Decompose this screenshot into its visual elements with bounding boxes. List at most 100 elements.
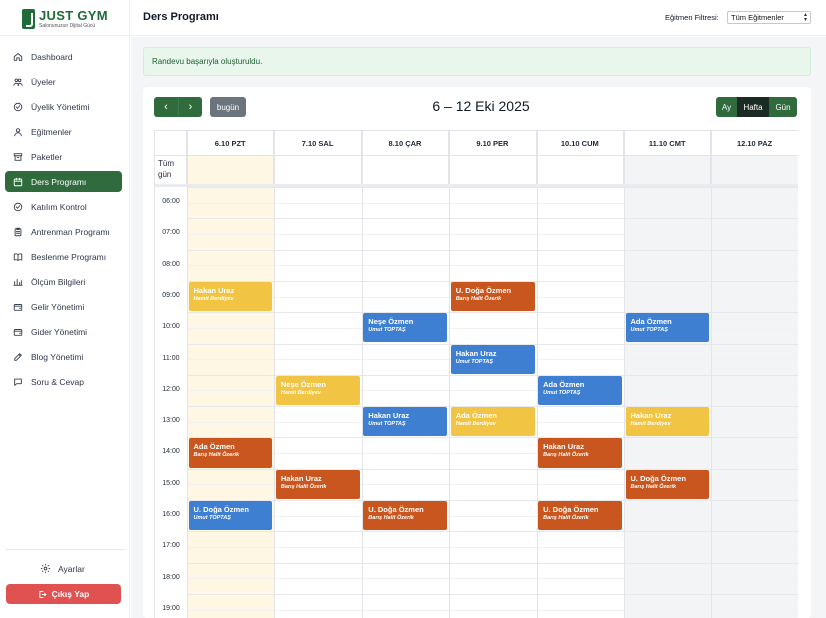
day-header[interactable]: 6.10 PZT <box>187 131 275 156</box>
event-trainer: Umut TOPTAŞ <box>368 421 406 428</box>
all-day-cell[interactable] <box>537 156 624 184</box>
view-week-button[interactable]: Hafta <box>737 97 769 117</box>
user-icon <box>13 127 23 137</box>
next-week-button[interactable]: › <box>178 97 202 117</box>
calendar-event[interactable]: U. Doğa Özmen Barış Halit Özerik <box>625 469 710 499</box>
sidebar-item-katılım-kontrol[interactable]: Katılım Kontrol <box>5 196 122 217</box>
weekend-column <box>711 156 798 618</box>
sidebar-item-üyeler[interactable]: Üyeler <box>5 71 122 92</box>
half-hour-line <box>187 578 798 580</box>
time-slot-label: 06:00 <box>162 198 180 205</box>
calendar-event[interactable]: Hakan Uraz Barış Halit Özerik <box>538 438 622 468</box>
divider <box>0 35 130 36</box>
day-header[interactable]: 11.10 CMT <box>624 131 712 156</box>
calendar-event[interactable]: U. Doğa Özmen Barış Halit Özerik <box>363 501 448 531</box>
gear-icon <box>40 563 51 574</box>
day-header[interactable]: 10.10 CUM <box>536 131 624 156</box>
sidebar-item-antrenman-programı[interactable]: Antrenman Programı <box>5 221 122 242</box>
day-header[interactable]: 9.10 PER <box>449 131 537 156</box>
day-header[interactable]: 7.10 SAL <box>274 131 362 156</box>
event-trainer: Barış Halit Özerik <box>280 483 327 490</box>
check-circle-icon <box>13 202 23 212</box>
all-day-cell[interactable] <box>187 156 275 184</box>
calendar-event[interactable]: Ada Özmen Umut TOPTAŞ <box>625 313 710 343</box>
day-header[interactable]: 12.10 PAZ <box>711 131 798 156</box>
view-month-button[interactable]: Ay <box>716 97 737 117</box>
calendar-event[interactable]: Ada Özmen Hamit Berdiyev <box>450 407 535 437</box>
event-title: U. Doğa Özmen <box>630 473 686 483</box>
hour-line <box>187 437 798 439</box>
day-header[interactable]: 8.10 ÇAR <box>361 131 450 156</box>
sidebar-item-paketler[interactable]: Paketler <box>5 146 122 167</box>
event-title: Ada Özmen <box>193 442 235 452</box>
calendar-event[interactable]: Hakan Uraz Barış Halit Özerik <box>275 469 360 499</box>
alert-text: Randevu başarıyla oluşturuldu. <box>152 57 263 66</box>
sidebar-item-label: Paketler <box>31 151 63 162</box>
sidebar-item-gelir-yönetimi[interactable]: Gelir Yönetimi <box>5 296 122 317</box>
logout-button[interactable]: Çıkış Yap <box>6 584 121 604</box>
logout-icon <box>39 590 47 598</box>
calendar-event[interactable]: Hakan Uraz Umut TOPTAŞ <box>363 407 448 437</box>
wallet-icon <box>13 327 23 337</box>
event-trainer: Barış Halit Özerik <box>368 515 414 521</box>
brand-logo[interactable]: JUST GYM Salonunuzun Dijital Gücü <box>22 8 122 32</box>
event-title: U. Doğa Özmen <box>193 505 249 514</box>
calendar-event[interactable]: Ada Özmen Barış Halit Özerik <box>188 438 273 468</box>
weekend-column <box>624 156 712 618</box>
time-slot-label: 08:00 <box>162 260 180 268</box>
sidebar-item-label: Eğitmenler <box>31 126 72 137</box>
top-bar: Ders Programı Eğitmen Filtresi: Tüm Eğit… <box>131 0 826 36</box>
success-alert: Randevu başarıyla oluşturuldu. <box>143 47 811 76</box>
all-day-divider <box>155 184 798 187</box>
sidebar-item-eğitmenler[interactable]: Eğitmenler <box>5 121 122 142</box>
sidebar-item-beslenme-programı[interactable]: Beslenme Programı <box>5 246 122 267</box>
sidebar-item-ders-programı[interactable]: Ders Programı <box>5 171 122 192</box>
sidebar-item-gider-yönetimi[interactable]: Gider Yönetimi <box>5 321 122 342</box>
all-day-cell[interactable] <box>624 156 712 184</box>
event-trainer: Hamit Berdiyev <box>280 389 321 396</box>
calendar-card: 6 – 12 Eki 2025 ‹ › bugün Ay Hafta Gün 6… <box>143 87 811 618</box>
all-day-cell[interactable] <box>274 156 362 184</box>
calendar-event[interactable]: U. Doğa Özmen Umut TOPTAŞ <box>188 501 273 531</box>
sidebar-item-label: Gider Yönetimi <box>31 326 88 337</box>
all-day-cell[interactable] <box>711 156 798 184</box>
calendar-event[interactable]: Hakan Uraz Hamit Berdiyev <box>188 281 273 312</box>
event-trainer: Umut TOPTAŞ <box>543 389 581 396</box>
time-slot-label: 09:00 <box>162 291 180 299</box>
calendar-event[interactable]: Neşe Özmen Hamit Berdiyev <box>275 375 360 406</box>
hour-line <box>187 249 798 251</box>
hour-line <box>187 562 798 564</box>
calendar-event[interactable]: Neşe Özmen Umut TOPTAŞ <box>363 313 448 343</box>
day-column-line <box>624 131 625 618</box>
sidebar-item-üyelik-yönetimi[interactable]: Üyelik Yönetimi <box>5 96 122 117</box>
sidebar-item-ölçüm-bilgileri[interactable]: Ölçüm Bilgileri <box>5 271 122 292</box>
event-trainer: Barış Halit Özerik <box>193 452 240 459</box>
settings-link[interactable]: Ayarlar <box>40 563 85 574</box>
trainer-filter-select[interactable]: Tüm Eğitmenler ▴ ▾ <box>727 11 811 24</box>
view-day-button[interactable]: Gün <box>769 97 797 117</box>
calendar-event[interactable]: Hakan Uraz Umut TOPTAŞ <box>450 344 535 374</box>
half-hour-line <box>187 265 798 267</box>
all-day-cell[interactable] <box>362 156 450 184</box>
calendar-event[interactable]: U. Doğa Özmen Barış Halit Özerik <box>450 281 535 312</box>
time-slot-label: 11:00 <box>162 354 180 362</box>
week-calendar-grid: 6.10 PZT 7.10 SAL 8.10 ÇAR 9.10 PER 10.10 CU… <box>154 130 798 618</box>
today-button[interactable]: bugün <box>210 97 246 117</box>
sidebar-item-label: Üyelik Yönetimi <box>31 101 90 112</box>
calendar-event[interactable]: Ada Özmen Umut TOPTAŞ <box>538 375 622 406</box>
calendar-event[interactable]: U. Doğa Özmen Barış Halit Özerik <box>538 501 622 531</box>
half-hour-line <box>187 202 798 204</box>
calendar-event[interactable]: Hakan Uraz Hamit Berdiyev <box>625 407 710 437</box>
sidebar-item-blog-yönetimi[interactable]: Blog Yönetimi <box>5 346 122 367</box>
all-day-cell[interactable] <box>449 156 537 184</box>
calendar-icon <box>13 177 23 187</box>
sidebar-item-dashboard[interactable]: Dashboard <box>5 46 122 67</box>
prev-week-button[interactable]: ‹ <box>154 97 178 117</box>
divider <box>5 549 125 550</box>
sidebar-item-label: Soru & Cevap <box>31 376 84 387</box>
hour-line <box>187 593 798 595</box>
event-trainer: Barış Halit Özerik <box>543 515 589 521</box>
logout-label: Çıkış Yap <box>51 589 90 599</box>
sidebar-item-soru-cevap[interactable]: Soru & Cevap <box>5 371 122 392</box>
sidebar-nav: Dashboard Üyeler Üyelik Yönetimi Eğitmenler… <box>5 46 122 396</box>
